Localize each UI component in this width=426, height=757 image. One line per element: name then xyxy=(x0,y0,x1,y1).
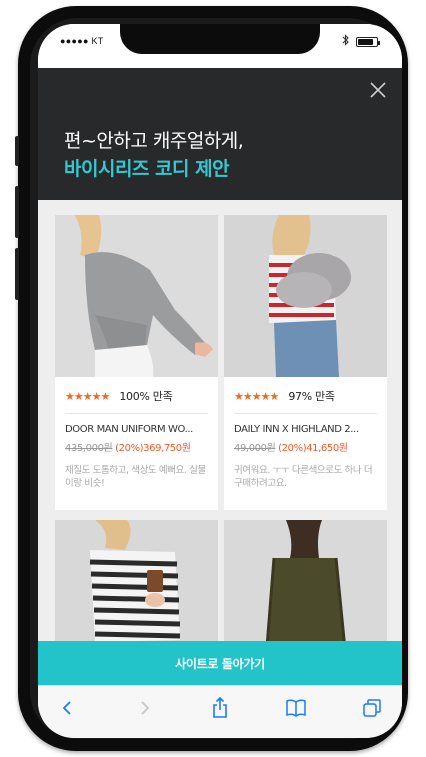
model-olive-knit-photo xyxy=(224,520,387,641)
back-button[interactable] xyxy=(56,696,80,720)
back-to-site-label: 사이트로 돌아가기 xyxy=(175,656,265,671)
battery-icon xyxy=(356,36,380,47)
forward-arrow-icon xyxy=(141,701,150,715)
bluetooth-icon xyxy=(342,34,350,49)
product-name[interactable]: DAILY INN X HIGHLAND 2... xyxy=(234,424,377,435)
model-striped-sweater-coffee-photo xyxy=(55,520,218,641)
divider xyxy=(234,413,377,414)
safari-toolbar xyxy=(38,685,402,738)
share-icon xyxy=(213,696,227,718)
phone-screen: ●●●●● KT 편~안하고 캐주얼하게, 바이시리즈 코디 제안 ★★★★★ … xyxy=(38,24,402,738)
review-text: 귀여워요. ㅜㅜ 다른색으로도 하나 더 구매하려고요. xyxy=(234,465,373,489)
back-to-site-button[interactable]: 사이트로 돌아가기 xyxy=(38,641,402,685)
rating-percent: 100% 만족 xyxy=(119,390,173,403)
notch xyxy=(120,24,320,54)
carrier-label: ●●●●● KT xyxy=(60,36,104,46)
product-image-2[interactable] xyxy=(224,215,387,377)
product-image-4[interactable] xyxy=(224,520,387,641)
product-name[interactable]: DOOR MAN UNIFORM WO... xyxy=(65,424,208,435)
battery-level xyxy=(358,38,374,45)
divider xyxy=(65,413,208,414)
price-row: 49,000원 (20%)41,650원 xyxy=(234,439,377,454)
sale-price: (20%)369,750원 xyxy=(115,443,191,454)
product-grid: ★★★★★ 100% 만족 DOOR MAN UNIFORM WO... 435… xyxy=(38,200,402,641)
status-indicators xyxy=(342,34,380,49)
back-arrow-icon xyxy=(62,701,71,715)
rating-stars: ★★★★★ xyxy=(234,389,279,403)
close-button[interactable] xyxy=(368,80,388,100)
volume-down-button xyxy=(15,248,19,300)
close-icon xyxy=(370,82,386,98)
product-card-1[interactable]: ★★★★★ 100% 만족 DOOR MAN UNIFORM WO... 435… xyxy=(55,215,218,510)
original-price: 49,000원 xyxy=(234,443,276,454)
forward-button[interactable] xyxy=(132,696,156,720)
mute-switch xyxy=(15,136,19,166)
share-button[interactable] xyxy=(208,696,232,720)
bookmarks-icon xyxy=(286,699,306,717)
status-bar: ●●●●● KT xyxy=(38,24,402,68)
product-card-4[interactable] xyxy=(224,520,387,641)
product-card-2[interactable]: ★★★★★ 97% 만족 DAILY INN X HIGHLAND 2... 4… xyxy=(224,215,387,510)
original-price: 435,000원 xyxy=(65,443,113,454)
sale-price: (20%)41,650원 xyxy=(278,443,348,454)
volume-up-button xyxy=(15,186,19,238)
tabs-icon xyxy=(363,699,381,717)
model-grey-sweater-photo xyxy=(55,215,218,377)
banner-headline: 편~안하고 캐주얼하게, xyxy=(64,130,244,152)
price-row: 435,000원 (20%)369,750원 xyxy=(65,439,208,454)
rating-stars: ★★★★★ xyxy=(65,389,110,403)
review-text: 재질도 도톰하고, 색상도 예뻐요. 실물이랑 비슷! xyxy=(65,465,206,489)
tabs-button[interactable] xyxy=(360,696,384,720)
promo-banner: 편~안하고 캐주얼하게, 바이시리즈 코디 제안 xyxy=(38,68,402,200)
model-striped-top-fur-photo xyxy=(224,215,387,377)
bookmarks-button[interactable] xyxy=(284,696,308,720)
banner-subheadline: 바이시리즈 코디 제안 xyxy=(64,158,230,180)
product-card-3[interactable] xyxy=(55,520,218,641)
product-image-3[interactable] xyxy=(55,520,218,641)
product-image-1[interactable] xyxy=(55,215,218,377)
rating-percent: 97% 만족 xyxy=(288,390,335,403)
